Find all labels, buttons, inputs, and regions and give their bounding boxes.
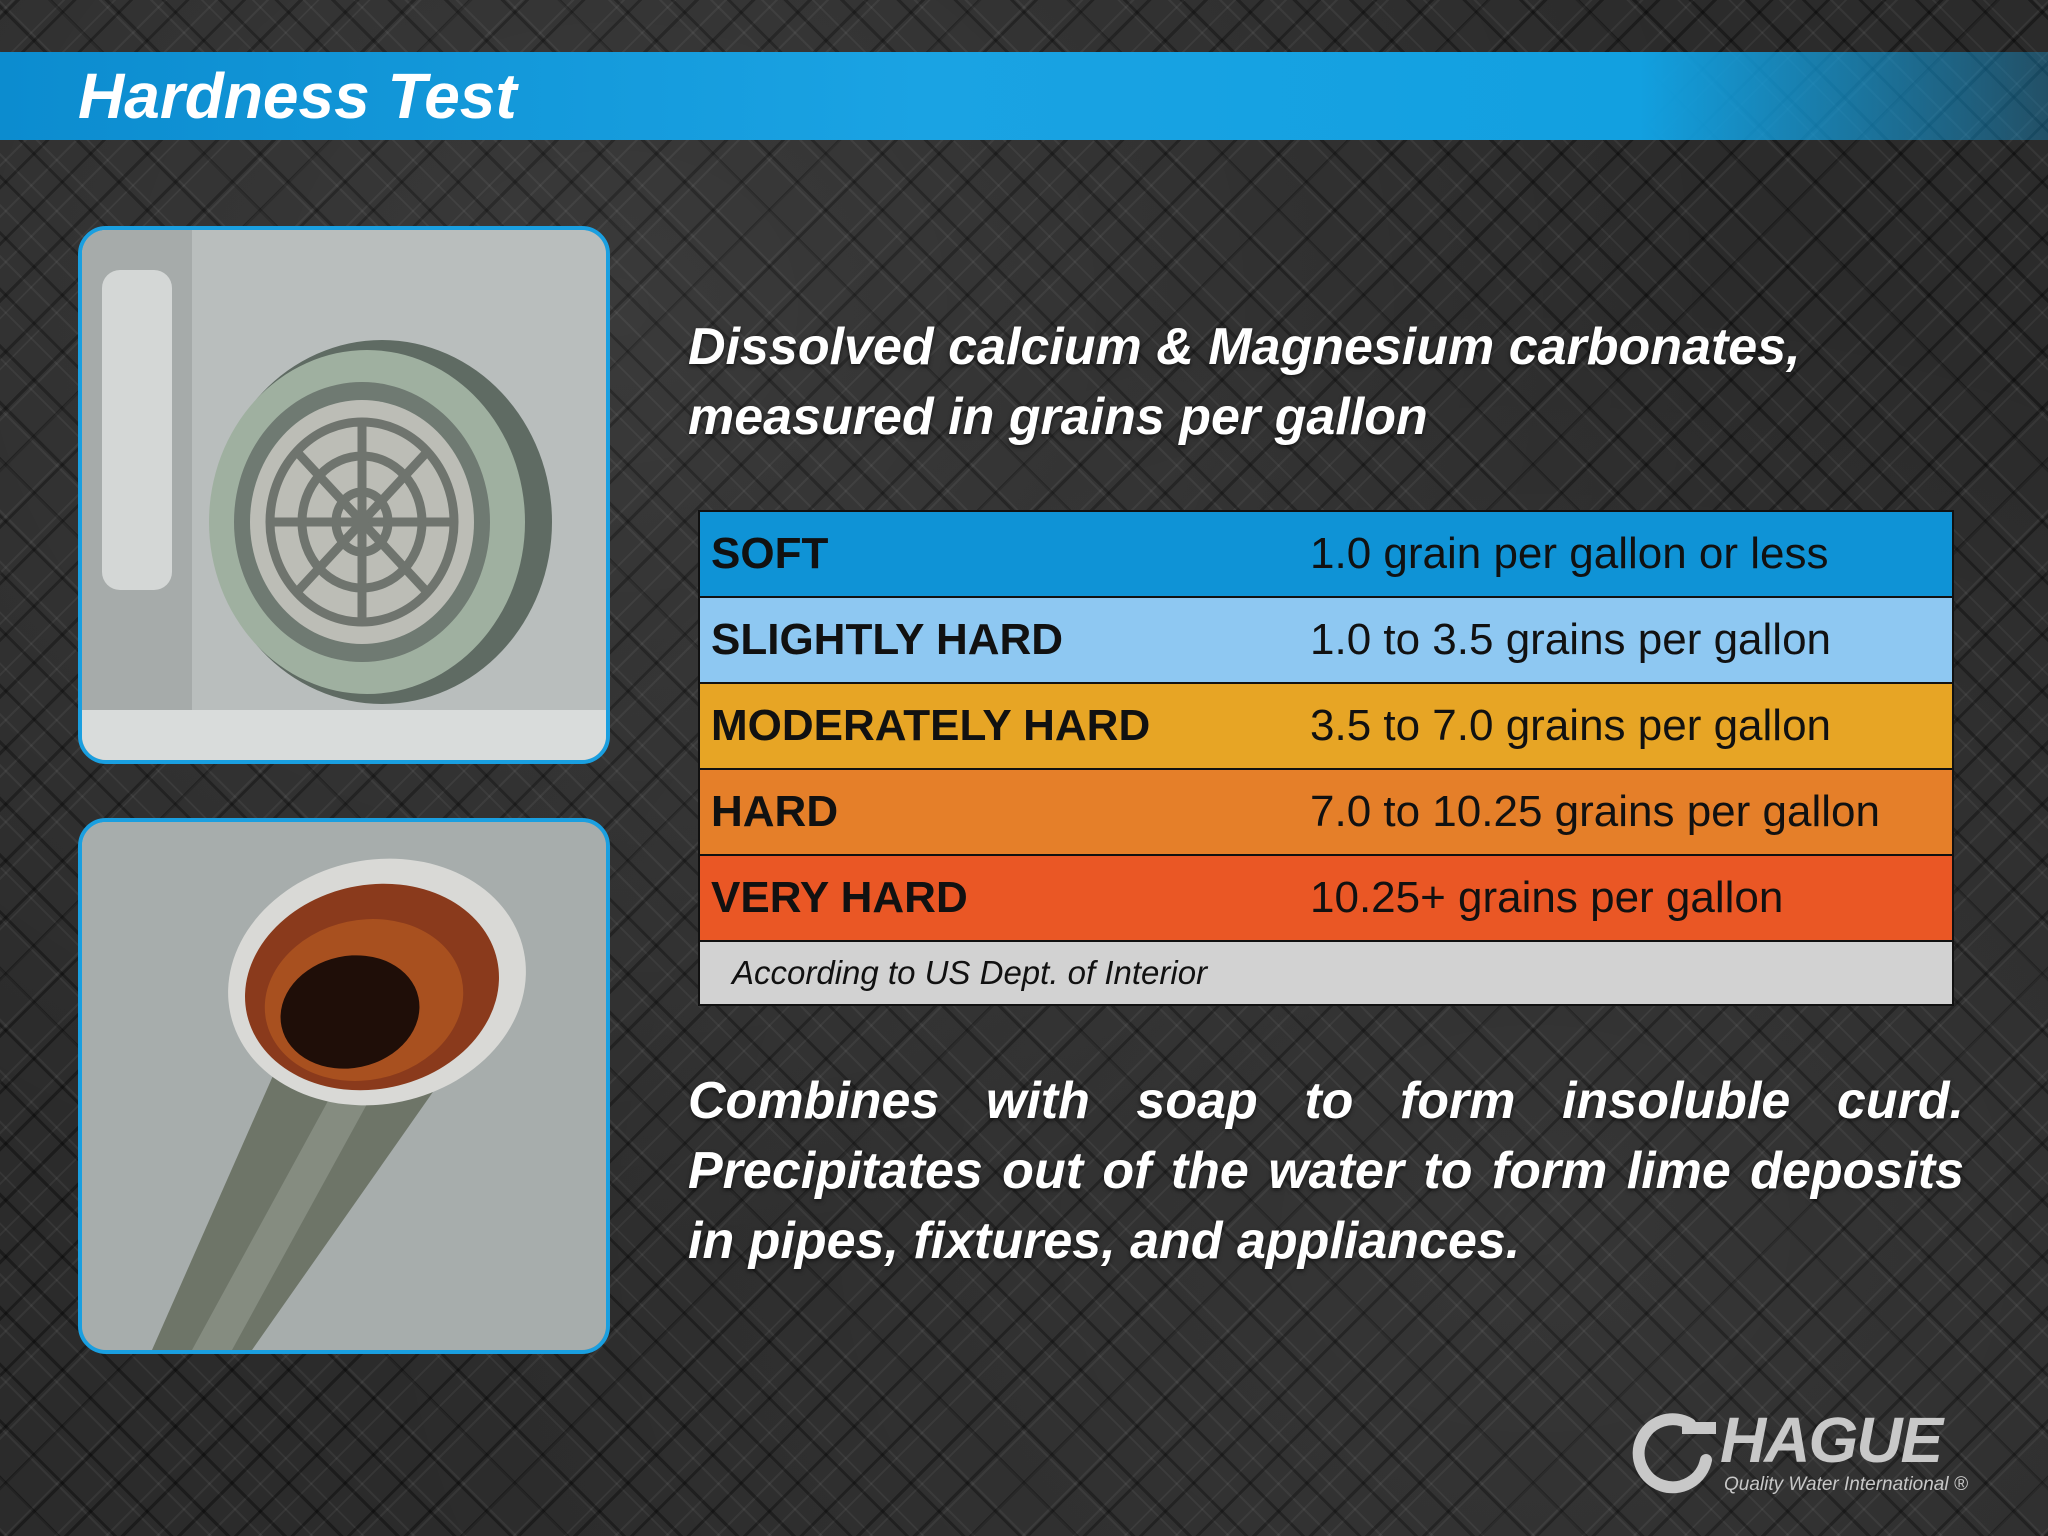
logo-name: HAGUE	[1720, 1404, 1943, 1476]
table-row-very-hard: VERY HARD 10.25+ grains per gallon	[700, 856, 1952, 942]
row-value: 7.0 to 10.25 grains per gallon	[1310, 787, 1880, 836]
table-row-soft: SOFT 1.0 grain per gallon or less	[700, 512, 1952, 598]
pipe-illustration	[82, 822, 606, 1350]
row-value: 3.5 to 7.0 grains per gallon	[1310, 701, 1832, 750]
row-label: SLIGHTLY HARD	[711, 615, 1064, 664]
aerator-illustration	[82, 230, 606, 760]
effects-text: Combines with soap to form insoluble cur…	[688, 1072, 1964, 1270]
hardness-table: SOFT 1.0 grain per gallon or less SLIGHT…	[698, 510, 1954, 1006]
table-row-moderately-hard: MODERATELY HARD 3.5 to 7.0 grains per ga…	[700, 684, 1952, 770]
hague-logo: HAGUE Quality Water International ®	[1630, 1408, 2010, 1508]
intro-text: Dissolved calcium & Magnesium carbonates…	[688, 318, 1801, 446]
table-source-row: According to US Dept. of Interior	[700, 942, 1952, 1004]
row-label: SOFT	[711, 529, 829, 578]
row-value: 1.0 grain per gallon or less	[1310, 529, 1829, 578]
row-label: MODERATELY HARD	[711, 701, 1151, 750]
row-value: 1.0 to 3.5 grains per gallon	[1310, 615, 1832, 664]
row-value: 10.25+ grains per gallon	[1310, 873, 1784, 922]
corroded-pipe-photo	[78, 818, 610, 1354]
slide-title: Hardness Test	[78, 60, 517, 132]
table-row-hard: HARD 7.0 to 10.25 grains per gallon	[700, 770, 1952, 856]
source-note: According to US Dept. of Interior	[732, 954, 1208, 991]
row-label: HARD	[711, 787, 839, 836]
table-row-slightly-hard: SLIGHTLY HARD 1.0 to 3.5 grains per gall…	[700, 598, 1952, 684]
logo-tagline: Quality Water International ®	[1724, 1474, 1968, 1495]
faucet-aerator-photo	[78, 226, 610, 764]
hague-logo-mark-icon	[1632, 1413, 1716, 1494]
title-bar: Hardness Test	[0, 52, 2048, 140]
row-label: VERY HARD	[711, 873, 968, 922]
